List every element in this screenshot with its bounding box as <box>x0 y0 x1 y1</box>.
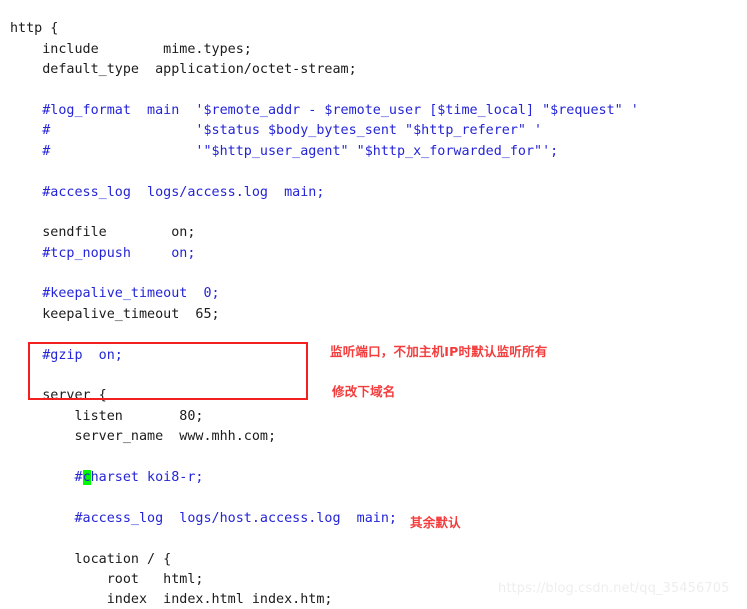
code-line: server_name www.mhh.com; <box>10 429 277 445</box>
nginx-config-screenshot: http { include mime.types; default_type … <box>0 0 747 609</box>
annotation-listen-port: 监听端口，不加主机IP时默认监听所有 <box>330 344 548 359</box>
code-line: keepalive_timeout 65; <box>10 306 220 322</box>
nginx-config-code-block[interactable]: http { include mime.types; default_type … <box>0 13 747 609</box>
code-line: #charset koi8-r; <box>10 469 204 485</box>
annotation-rest-default: 其余默认 <box>410 515 461 530</box>
code-line: location / { <box>10 551 172 567</box>
code-line: listen 80; <box>10 408 204 424</box>
code-line: sendfile on; <box>10 225 196 241</box>
code-line: #keepalive_timeout 0; <box>10 286 220 302</box>
code-line: #access_log logs/access.log main; <box>10 184 325 200</box>
code-line: #access_log logs/host.access.log main; <box>10 510 397 526</box>
code-line: #tcp_nopush on; <box>10 245 196 261</box>
code-line: include mime.types; <box>10 41 252 57</box>
annotation-domain-name: 修改下域名 <box>332 384 396 399</box>
cursor-highlight: c <box>82 469 91 485</box>
code-line: # '"$http_user_agent" "$http_x_forwarded… <box>10 143 559 159</box>
code-line: #log_format main '$remote_addr - $remote… <box>10 102 639 118</box>
code-line: # '$status $body_bytes_sent "$http_refer… <box>10 123 543 139</box>
blog-watermark: https://blog.csdn.net/qq_35456705 <box>498 581 730 596</box>
code-line: http { <box>10 21 59 37</box>
code-line: default_type application/octet-stream; <box>10 62 357 78</box>
